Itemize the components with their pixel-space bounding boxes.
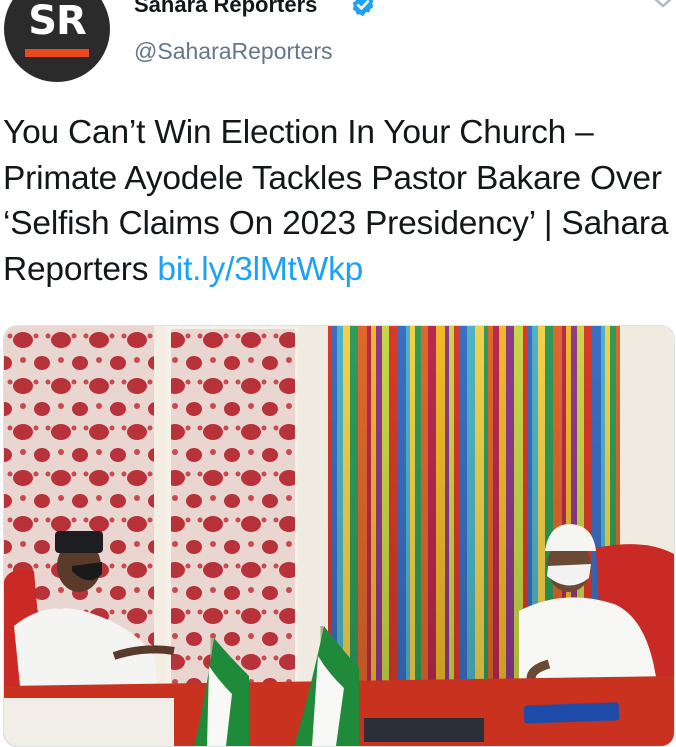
photo-illustration (4, 326, 674, 746)
table-papers (4, 698, 174, 746)
user-handle[interactable]: @SaharaReporters (134, 38, 333, 65)
avatar[interactable]: SR (4, 0, 110, 82)
tweet-photo[interactable] (3, 325, 675, 747)
tweet-link[interactable]: bit.ly/3lMtWkp (157, 251, 363, 288)
display-name[interactable]: Sahara Reporters (134, 0, 317, 18)
avatar-logo-text: SR (28, 0, 87, 44)
tweet-text: You Can’t Win Election In Your Church – … (3, 110, 673, 292)
chevron-down-icon[interactable] (650, 0, 676, 10)
dark-box (364, 718, 484, 742)
verified-badge-icon (352, 0, 374, 17)
avatar-logo-bar (25, 49, 89, 57)
blue-folder (523, 702, 620, 724)
